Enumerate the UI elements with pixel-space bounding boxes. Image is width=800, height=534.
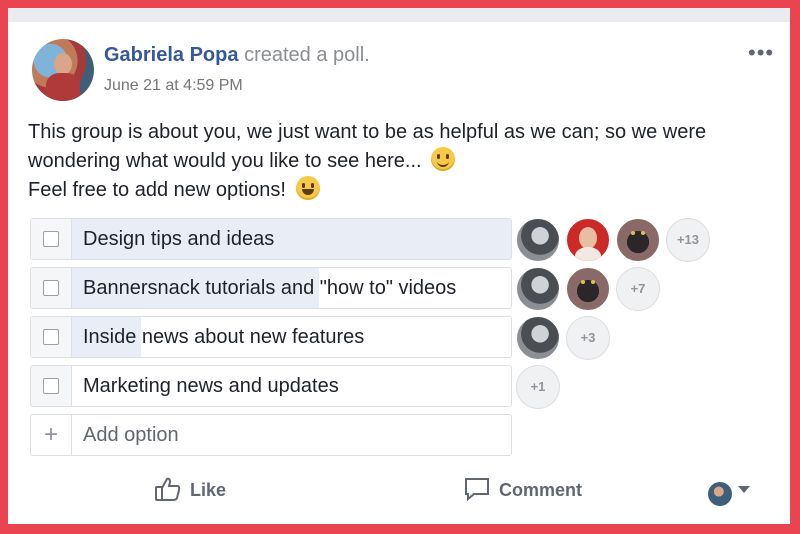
post-actions-bar: Like Comment <box>8 464 790 520</box>
post-text-line-with-emoji: wondering what would you like to see her… <box>28 147 778 176</box>
comment-icon <box>465 478 489 502</box>
voter-avatar[interactable] <box>566 267 610 311</box>
action-text: created a poll. <box>244 44 370 66</box>
poll-option-label: Marketing news and updates <box>83 375 339 397</box>
slightly-smiling-face-icon <box>431 147 456 171</box>
poll-option-label: Design tips and ideas <box>83 228 275 250</box>
comment-button[interactable]: Comment <box>463 476 582 502</box>
poll-option[interactable]: Design tips and ideas <box>30 218 512 260</box>
author-avatar[interactable] <box>32 39 94 101</box>
option-checkbox[interactable] <box>43 280 59 296</box>
more-options-icon[interactable]: ••• <box>748 40 774 66</box>
voter-count-badge[interactable]: +1 <box>516 365 560 409</box>
voter-avatar[interactable] <box>566 218 610 262</box>
grinning-face-icon <box>295 176 320 200</box>
like-button[interactable]: Like <box>154 476 226 502</box>
voter-avatar[interactable] <box>516 218 560 262</box>
post-as-avatar[interactable] <box>708 482 732 506</box>
thumbs-up-icon <box>155 477 181 501</box>
post-text-line-with-emoji: Feel free to add new options! <box>28 176 778 205</box>
voter-avatar[interactable] <box>516 267 560 311</box>
post-text: This group is about you, we just want to… <box>28 118 778 205</box>
option-checkbox[interactable] <box>43 378 59 394</box>
chevron-down-icon[interactable] <box>738 486 750 493</box>
author-name[interactable]: Gabriela Popa <box>104 44 239 66</box>
poll-option-label: Bannersnack tutorials and "how to" video… <box>83 277 457 299</box>
post-text-line: This group is about you, we just want to… <box>28 121 707 143</box>
poll-post-card: Gabriela Popa created a poll. June 21 at… <box>8 8 790 524</box>
add-option-field[interactable]: + Add option <box>30 414 512 456</box>
top-band <box>8 8 790 22</box>
poll-option-label: Inside news about new features <box>83 326 365 348</box>
voter-avatar[interactable] <box>616 218 660 262</box>
voter-count-badge[interactable]: +7 <box>616 267 660 311</box>
voter-count-badge[interactable]: +3 <box>566 316 610 360</box>
voter-avatar[interactable] <box>516 316 560 360</box>
option-checkbox[interactable] <box>43 329 59 345</box>
poll-option[interactable]: Inside news about new features <box>30 316 512 358</box>
option-checkbox[interactable] <box>43 231 59 247</box>
voter-count-badge[interactable]: +13 <box>666 218 710 262</box>
add-option-placeholder: Add option <box>83 424 179 446</box>
post-timestamp[interactable]: June 21 at 4:59 PM <box>104 77 243 95</box>
poll-option[interactable]: Bannersnack tutorials and "how to" video… <box>30 267 512 309</box>
plus-icon: + <box>43 421 58 448</box>
post-header: Gabriela Popa created a poll. <box>104 44 370 67</box>
poll-option[interactable]: Marketing news and updates <box>30 365 512 407</box>
